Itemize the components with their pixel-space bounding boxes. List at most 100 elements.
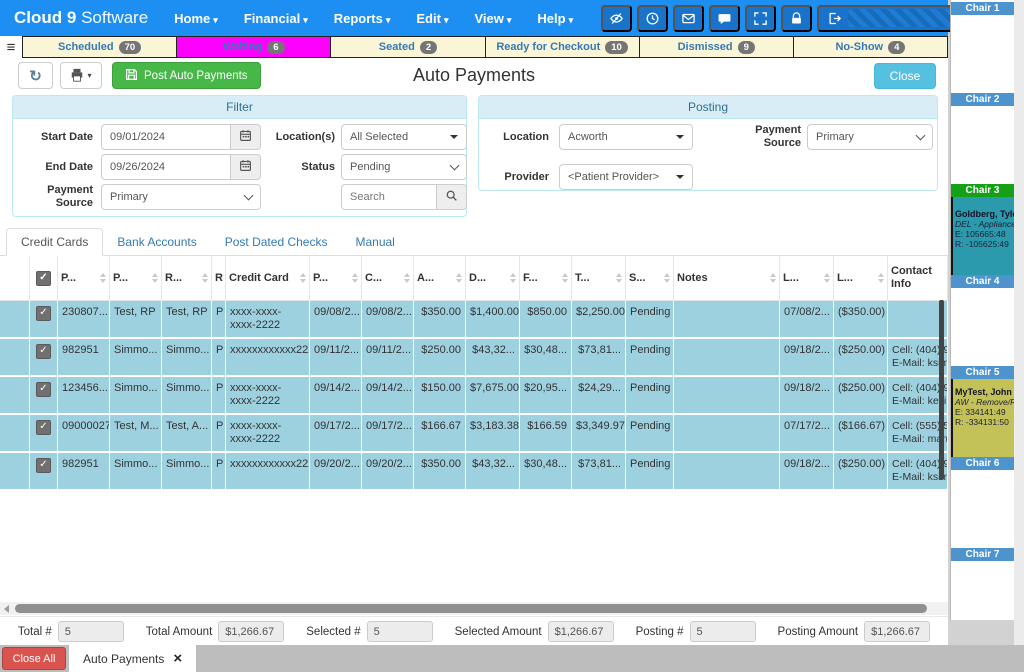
sort-down-icon	[202, 279, 208, 283]
status-tab-seated[interactable]: Seated2	[330, 37, 484, 57]
menu-financial[interactable]: Financial▾	[244, 11, 308, 26]
posting-provider-label: Provider	[479, 164, 549, 190]
menu-view[interactable]: View▾	[474, 11, 511, 26]
chair-header: Chair 1	[951, 2, 1014, 15]
column-header-credit-card-6[interactable]: Credit Card	[226, 256, 310, 300]
status-select[interactable]: Pending	[341, 154, 467, 180]
column-header-l-15[interactable]: L...	[780, 256, 834, 300]
chair-chair-5: Chair 5MyTest, JohnAW - Remove/RepE: 334…	[951, 366, 1014, 457]
close-all-button[interactable]: Close All	[2, 647, 66, 670]
column-header-d-10[interactable]: D...	[466, 256, 520, 300]
column-header-p-2[interactable]: P...	[58, 256, 110, 300]
column-header-s-13[interactable]: S...	[626, 256, 674, 300]
hamburger-menu-icon[interactable]: ≡	[0, 36, 22, 58]
refresh-button[interactable]: ↻	[18, 62, 53, 89]
status-tab-no-show[interactable]: No-Show4	[793, 37, 947, 57]
nav-button-chat[interactable]	[709, 5, 740, 32]
table-row[interactable]: ✓982951Simmo...Simmo...Pxxxxxxxxxxxx2222…	[0, 339, 948, 377]
close-tab-icon[interactable]: ×	[173, 651, 182, 666]
status-tab-ready-for-checkout[interactable]: Ready for Checkout10	[485, 37, 639, 57]
menu-home[interactable]: Home▾	[174, 11, 218, 26]
refresh-icon: ↻	[29, 67, 42, 85]
filter-payment-source-select[interactable]: Primary	[101, 184, 261, 210]
menu-edit[interactable]: Edit▾	[416, 11, 448, 26]
table-row[interactable]: ✓982951Simmo...Simmo...Pxxxxxxxxxxxx2222…	[0, 453, 948, 491]
print-button[interactable]: ▾	[60, 62, 102, 89]
menu-reports[interactable]: Reports▾	[334, 11, 391, 26]
cell: $2,250.00	[572, 301, 626, 337]
nav-button-lock[interactable]	[781, 5, 812, 32]
table-horizontal-scrollbar[interactable]	[0, 602, 948, 615]
column-header-p-3[interactable]: P...	[110, 256, 162, 300]
search-input[interactable]	[341, 184, 437, 210]
nav-button-mail[interactable]	[673, 5, 704, 32]
locations-dropdown[interactable]: All Selected	[341, 124, 467, 150]
status-tab-label: Dismissed	[678, 41, 733, 53]
search-button[interactable]	[437, 184, 467, 210]
chair-patient-card[interactable]: MyTest, JohnAW - Remove/RepE: 334141:49R…	[951, 379, 1014, 457]
nav-button-visibility[interactable]	[601, 5, 632, 32]
posting-location-dropdown[interactable]: Acworth	[559, 124, 693, 150]
caret-down-icon: ▾	[386, 15, 391, 25]
cell	[674, 377, 780, 413]
row-checkbox[interactable]: ✓	[36, 458, 51, 473]
status-tab-scheduled[interactable]: Scheduled70	[23, 37, 176, 57]
nav-button-clock[interactable]	[637, 5, 668, 32]
tab-bank-accounts[interactable]: Bank Accounts	[103, 229, 210, 255]
sort-icon	[98, 273, 106, 283]
scroll-left-arrow-icon[interactable]	[4, 605, 9, 613]
status-count-badge: 9	[738, 41, 755, 54]
brand-bold: Cloud 9	[14, 8, 76, 27]
posting-provider-dropdown[interactable]: <Patient Provider>	[559, 164, 693, 190]
cell: $850.00	[520, 301, 572, 337]
posting-payment-source-select[interactable]: Primary	[807, 124, 933, 150]
horizontal-scroll-thumb[interactable]	[15, 604, 927, 613]
cell: $7,675.00	[466, 377, 520, 413]
sort-up-icon	[100, 273, 106, 277]
tab-credit-cards[interactable]: Credit Cards	[6, 228, 103, 256]
column-label: P...	[313, 272, 328, 285]
cell	[674, 301, 780, 337]
chevron-down-icon	[450, 161, 460, 171]
cell: ✓	[30, 339, 58, 375]
close-button[interactable]: Close	[874, 63, 936, 89]
chair-header: Chair 5	[951, 366, 1014, 379]
row-checkbox[interactable]: ✓	[36, 344, 51, 359]
sort-up-icon	[824, 273, 830, 277]
row-checkbox[interactable]: ✓	[36, 420, 51, 435]
column-header-t-12[interactable]: T...	[572, 256, 626, 300]
select-all-checkbox[interactable]: ✓	[36, 271, 51, 286]
menu-help[interactable]: Help▾	[537, 11, 573, 26]
tab-post-dated-checks[interactable]: Post Dated Checks	[211, 229, 342, 255]
table-row[interactable]: ✓123456...Simmo...Simmo...Pxxxx-xxxx-xxx…	[0, 377, 948, 415]
end-date-input[interactable]	[101, 154, 231, 180]
column-header-f-11[interactable]: F...	[520, 256, 572, 300]
column-header-c-8[interactable]: C...	[362, 256, 414, 300]
filter-panel-title: Filter	[13, 96, 466, 119]
start-date-input[interactable]	[101, 124, 231, 150]
cell: Pending	[626, 415, 674, 451]
row-checkbox[interactable]: ✓	[36, 306, 51, 321]
column-header-notes-14[interactable]: Notes	[674, 256, 780, 300]
nav-button-fullscreen[interactable]	[745, 5, 776, 32]
cell: 09000027	[58, 415, 110, 451]
column-header-r-4[interactable]: R...	[162, 256, 212, 300]
column-label: T...	[575, 272, 590, 285]
column-header-a-9[interactable]: A...	[414, 256, 466, 300]
status-tab-dismissed[interactable]: Dismissed 9	[639, 37, 793, 57]
row-checkbox[interactable]: ✓	[36, 382, 51, 397]
post-auto-payments-button[interactable]: Post Auto Payments	[112, 62, 261, 89]
table-row[interactable]: ✓09000027Test, M...Test, A...Pxxxx-xxxx-…	[0, 415, 948, 453]
cell: P	[212, 301, 226, 337]
table-row[interactable]: ✓230807...Test, RPTest, RPPxxxx-xxxx-xxx…	[0, 301, 948, 339]
printer-icon	[70, 68, 84, 84]
status-tab-label: No-Show	[835, 41, 883, 53]
table-vertical-scrollbar[interactable]	[939, 300, 944, 480]
filter-payment-source-label: Payment Source	[13, 184, 93, 210]
column-header-p-7[interactable]: P...	[310, 256, 362, 300]
column-header-l-16[interactable]: L...	[834, 256, 888, 300]
chair-patient-card[interactable]: Goldberg, TylerDEL - Appliance FE: 10566…	[951, 197, 1014, 275]
tab-manual[interactable]: Manual	[341, 229, 408, 255]
status-tab-waiting[interactable]: Waiting6	[176, 37, 330, 57]
auto-payments-tab[interactable]: Auto Payments ×	[69, 645, 196, 672]
